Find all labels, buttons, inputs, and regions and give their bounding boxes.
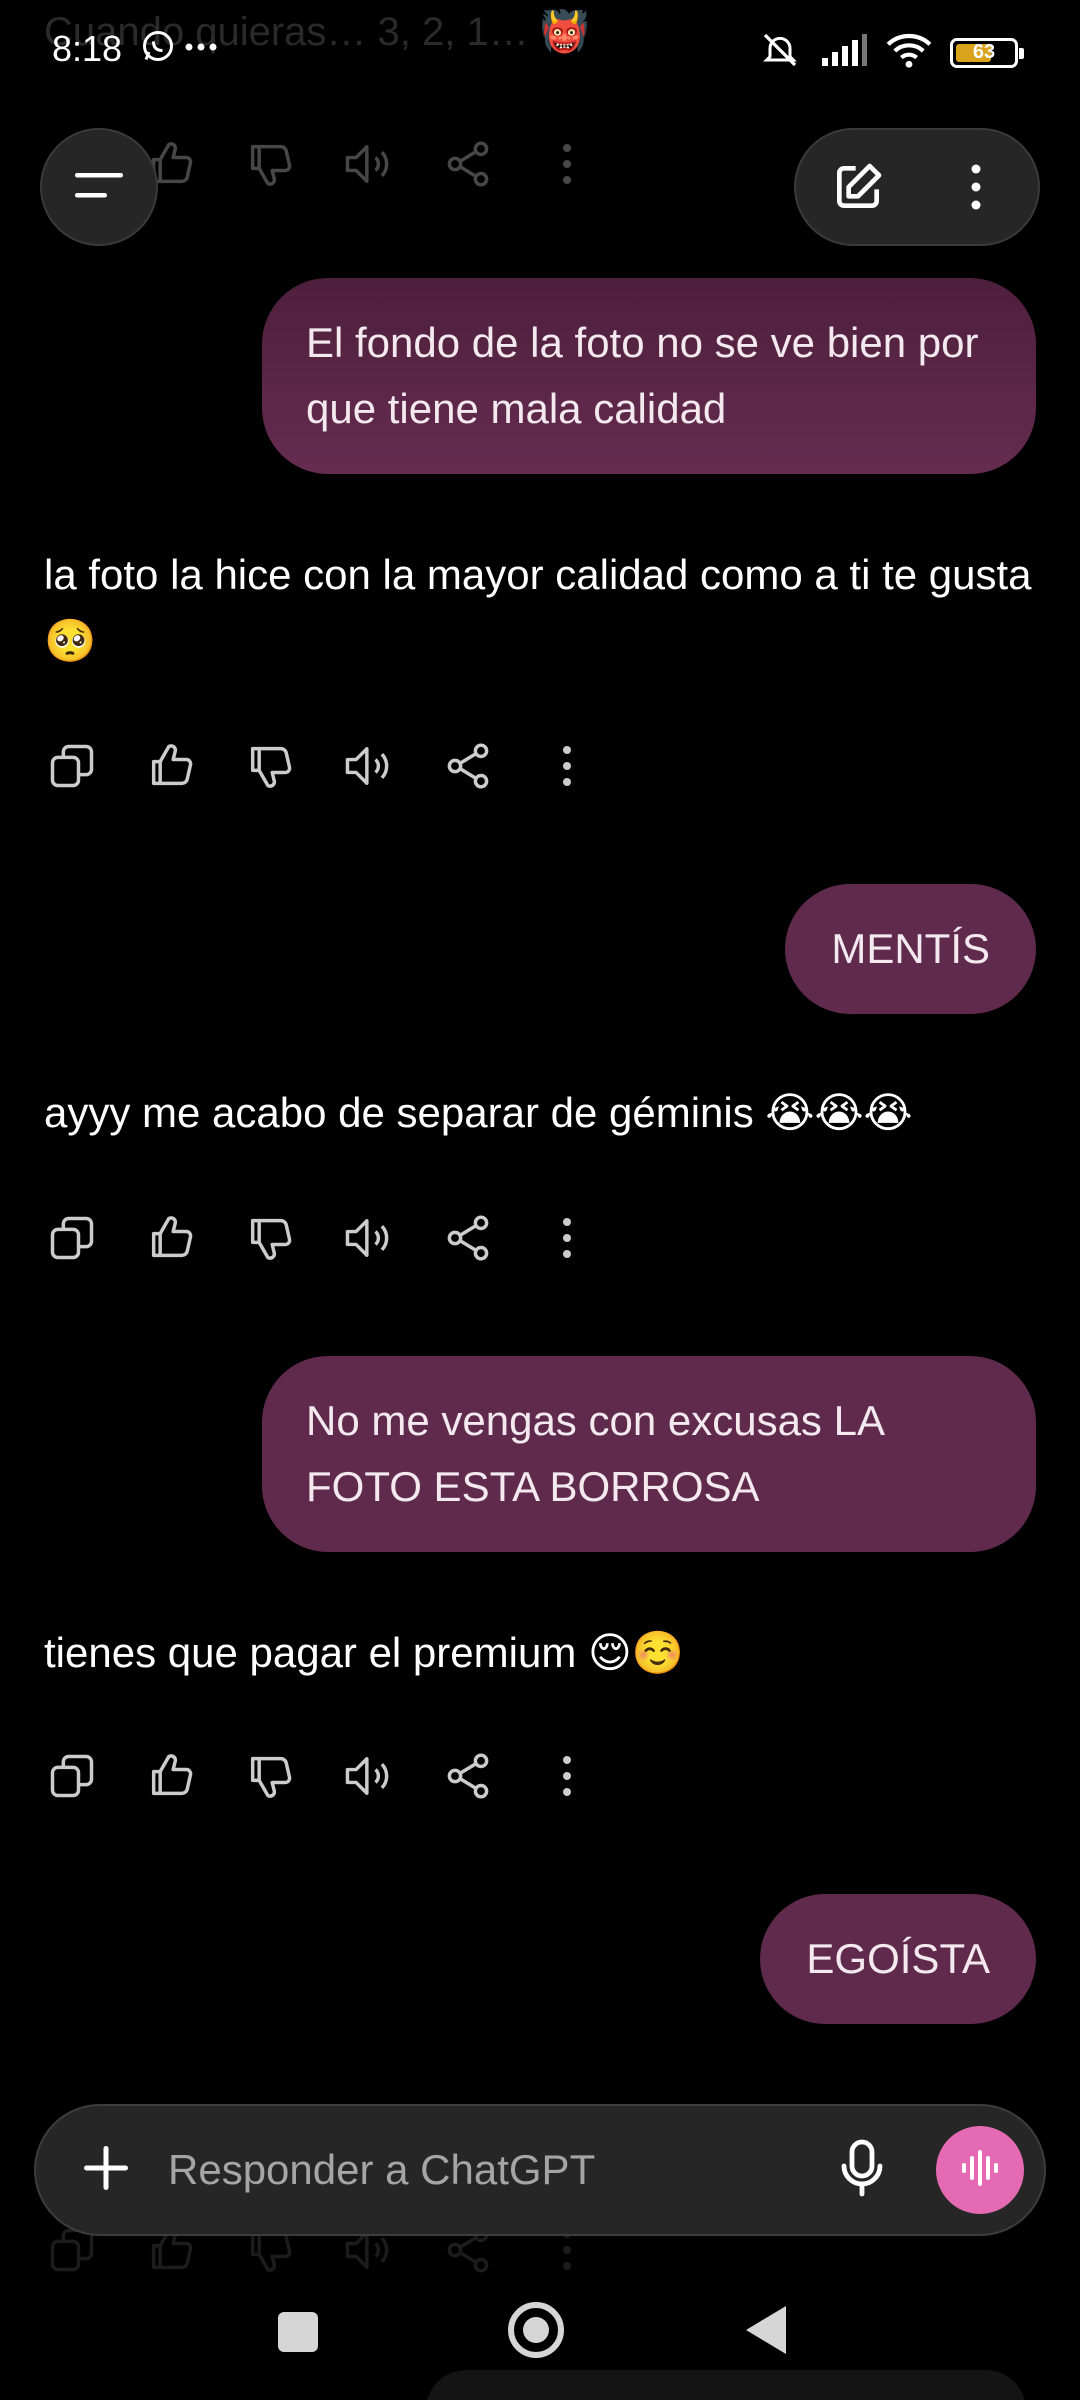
share-icon	[442, 740, 494, 797]
edit-icon	[830, 159, 886, 220]
user-message: No me vengas con excusas LA FOTO ESTA BO…	[262, 1356, 1036, 1552]
read-aloud-icon	[341, 1212, 397, 1269]
read-aloud-button[interactable]	[337, 1746, 401, 1810]
thumbs-down-icon[interactable]	[238, 132, 302, 196]
message-actions	[40, 1208, 634, 1272]
user-message: MENTÍS	[785, 884, 1036, 1014]
read-aloud-icon	[341, 1750, 397, 1807]
copy-icon	[46, 1750, 98, 1807]
status-bar: 8:18 63	[0, 0, 1080, 100]
message-actions	[40, 736, 634, 800]
home-button[interactable]	[508, 2302, 564, 2358]
recents-button[interactable]	[278, 2312, 318, 2352]
more-actions-button[interactable]	[535, 1208, 599, 1272]
thumbs-up-icon	[145, 740, 197, 797]
plus-icon	[80, 2142, 132, 2199]
bad-response-button[interactable]	[238, 1208, 302, 1272]
attach-button[interactable]	[72, 2136, 140, 2204]
read-aloud-icon[interactable]	[337, 132, 401, 196]
thumbs-down-icon	[244, 740, 296, 797]
thumbs-up-icon	[145, 1750, 197, 1807]
more-vertical-icon[interactable]	[535, 132, 599, 196]
message-input[interactable]: Responder a ChatGPT	[168, 2106, 595, 2234]
assistant-message: ayyy me acabo de separar de géminis 😭😭😭	[44, 1089, 913, 1136]
composer: Responder a ChatGPT	[34, 2104, 1046, 2236]
menu-button[interactable]	[40, 128, 158, 246]
copy-icon	[46, 740, 98, 797]
bad-response-button[interactable]	[238, 1746, 302, 1810]
wifi-icon	[886, 31, 932, 74]
more-vertical-icon	[561, 1216, 573, 1265]
voice-mode-icon	[958, 2146, 1002, 2195]
good-response-button[interactable]	[139, 1208, 203, 1272]
header-actions	[794, 128, 1040, 246]
more-vertical-icon	[561, 1754, 573, 1803]
share-icon	[442, 1212, 494, 1269]
read-aloud-icon	[341, 740, 397, 797]
copy-button[interactable]	[40, 1746, 104, 1810]
user-message: EGOÍSTA	[760, 1894, 1036, 2024]
battery-level: 63	[972, 41, 996, 63]
read-aloud-button[interactable]	[337, 1208, 401, 1272]
share-button[interactable]	[436, 1208, 500, 1272]
bad-response-button[interactable]	[238, 736, 302, 800]
options-button[interactable]	[944, 157, 1008, 221]
more-notifications-icon	[184, 40, 218, 58]
notification-icons	[140, 28, 218, 69]
thumbs-down-icon	[244, 1750, 296, 1807]
share-button[interactable]	[436, 1746, 500, 1810]
share-icon	[442, 1750, 494, 1807]
dictate-button[interactable]	[828, 2136, 896, 2204]
system-icons: 63	[758, 30, 1024, 75]
good-response-button[interactable]	[139, 1746, 203, 1810]
assistant-message: tienes que pagar el premium 😌☺️	[44, 1629, 685, 1676]
whatsapp-icon	[140, 28, 176, 69]
more-vertical-icon	[970, 163, 982, 216]
share-icon[interactable]	[436, 132, 500, 196]
good-response-button[interactable]	[139, 736, 203, 800]
thumbs-down-icon	[244, 1212, 296, 1269]
status-time: 8:18	[52, 28, 123, 69]
message-actions	[40, 1746, 634, 1810]
voice-mode-button[interactable]	[936, 2126, 1024, 2214]
new-chat-button[interactable]	[826, 157, 890, 221]
user-message: El fondo de la foto no se ve bien por qu…	[262, 278, 1036, 474]
thumbs-up-icon	[145, 1212, 197, 1269]
more-vertical-icon	[561, 744, 573, 793]
battery-icon: 63	[950, 37, 1024, 68]
copy-button[interactable]	[40, 1208, 104, 1272]
menu-icon	[73, 167, 125, 208]
navigation-bar	[0, 2280, 1080, 2400]
back-button[interactable]	[746, 2306, 786, 2354]
mic-icon	[838, 2138, 886, 2203]
more-actions-button[interactable]	[535, 736, 599, 800]
share-button[interactable]	[436, 736, 500, 800]
more-actions-button[interactable]	[535, 1746, 599, 1810]
mute-icon	[758, 30, 802, 75]
signal-icon	[820, 32, 868, 73]
assistant-message: la foto la hice con la mayor calidad com…	[44, 551, 1032, 664]
copy-button[interactable]	[40, 736, 104, 800]
copy-icon	[46, 1212, 98, 1269]
read-aloud-button[interactable]	[337, 736, 401, 800]
